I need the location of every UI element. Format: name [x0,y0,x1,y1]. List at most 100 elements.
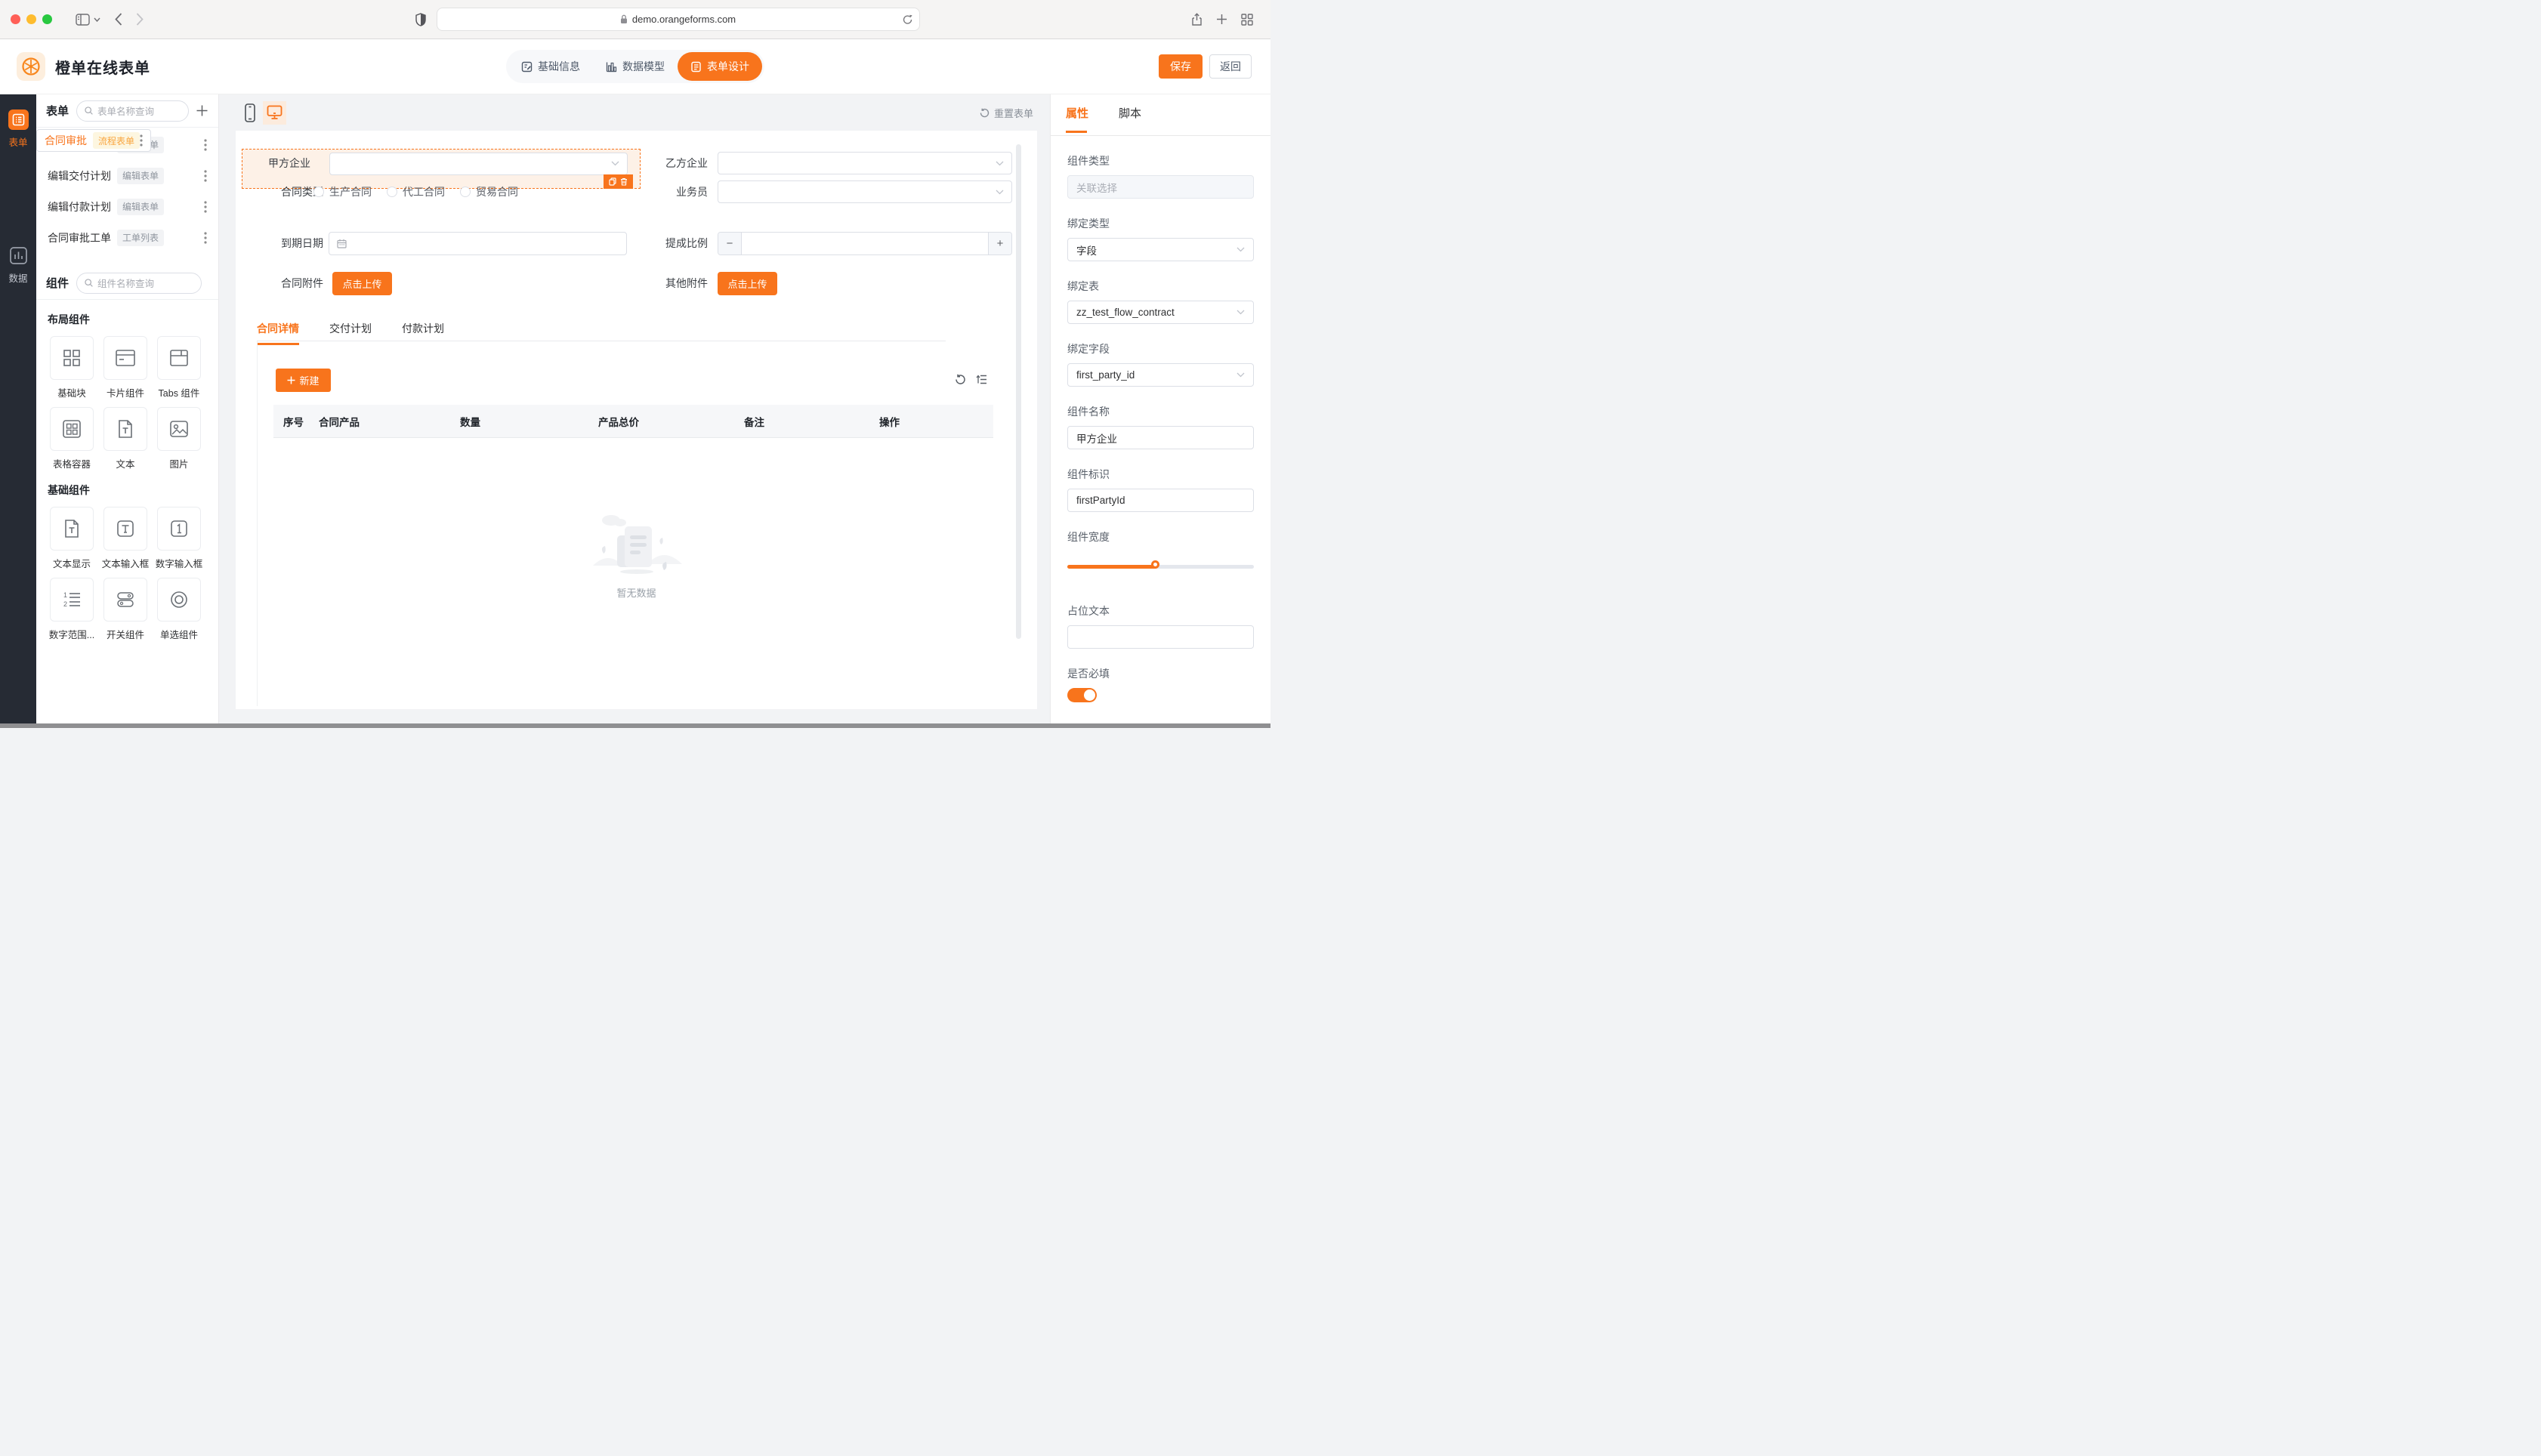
delete-icon[interactable] [620,177,628,186]
desktop-preview-icon[interactable] [263,100,286,125]
forms-panel: 表单 表单名称查询 合同审批 流程表单 编辑合同详情 编辑表单 编辑交付计划 编… [36,94,219,723]
component-card-number-input[interactable]: 数字输入框 [154,507,204,570]
slider-handle[interactable] [1150,560,1159,569]
second-party-select[interactable] [718,152,1012,174]
other-upload-button[interactable]: 点击上传 [718,272,777,295]
form-list-item[interactable]: 合同审批工单 工单列表 [36,222,218,253]
tab-pane-border [257,341,258,706]
component-width-slider[interactable] [1067,560,1254,572]
salesman-select[interactable] [718,180,1012,203]
field-label: 其他附件 [665,277,708,289]
prop-label: 是否必填 [1067,668,1110,680]
tab-properties[interactable]: 属性 [1066,105,1088,133]
minimize-window-button[interactable] [26,14,36,24]
new-tab-icon[interactable] [1216,14,1227,25]
increment-button[interactable]: + [988,233,1011,254]
forward-button[interactable] [136,13,144,26]
chevron-down-icon [1237,372,1245,378]
bind-field-select[interactable]: first_party_id [1067,363,1254,387]
table-container-icon [50,407,94,451]
address-bar[interactable]: demo.orangeforms.com [436,8,920,31]
component-card-number-range[interactable]: 12 数字范围... [47,578,97,641]
radio-option[interactable]: 生产合同 [313,184,372,199]
contract-upload-button[interactable]: 点击上传 [332,272,392,295]
component-card-text-display[interactable]: 文本显示 [47,507,97,570]
traffic-lights [11,14,52,24]
radio-circle-icon [387,187,397,197]
form-list-item[interactable]: 编辑付款计划 编辑表单 [36,191,218,222]
more-actions-icon[interactable] [204,231,207,244]
reset-form-button[interactable]: 重置表单 [980,106,1033,120]
commission-number-input[interactable]: − + [718,232,1012,255]
radio-option[interactable]: 代工合同 [387,184,445,199]
more-actions-icon[interactable] [204,169,207,182]
required-toggle[interactable] [1067,688,1097,702]
col-header: 序号 [283,416,304,428]
tab-basic-info[interactable]: 基础信息 [508,52,593,81]
tab-payment-plan[interactable]: 付款计划 [402,321,444,345]
form-search-input[interactable]: 表单名称查询 [76,100,189,122]
column-settings-icon[interactable] [976,374,987,385]
save-button[interactable]: 保存 [1159,54,1203,79]
rail-item-data[interactable]: 数据 [8,245,29,285]
form-list-item[interactable]: 编辑交付计划 编辑表单 [36,160,218,191]
new-row-button[interactable]: 新建 [276,369,331,392]
placeholder-text-input[interactable] [1067,625,1254,649]
tab-data-model[interactable]: 数据模型 [593,52,678,81]
component-card-card[interactable]: 卡片组件 [100,336,150,399]
more-actions-icon[interactable] [140,134,143,147]
refresh-table-icon[interactable] [955,374,966,385]
form-canvas[interactable]: 甲方企业 乙方企业 合同类型 生产合同 代工合同 贸易合同 业务员 到期日期 提… [236,131,1037,709]
components-panel-title: 组件 [46,277,69,290]
sidebar-toggle-icon[interactable] [76,13,90,26]
component-card-radio[interactable]: 单选组件 [154,578,204,641]
share-icon[interactable] [1191,12,1203,26]
more-actions-icon[interactable] [204,138,207,151]
component-search-input[interactable]: 组件名称查询 [76,272,202,294]
form-type-tag: 流程表单 [93,132,140,149]
component-card-basic-block[interactable]: 基础块 [47,336,97,399]
copy-icon[interactable] [609,177,616,186]
canvas-scrollbar[interactable] [1016,144,1021,639]
component-card-image[interactable]: 图片 [154,407,204,470]
form-list-icon [8,110,29,130]
component-card-text-input[interactable]: 文本输入框 [100,507,150,570]
radio-option[interactable]: 贸易合同 [460,184,518,199]
tab-overview-icon[interactable] [1241,13,1253,26]
first-party-select[interactable] [329,152,628,175]
toggle-knob [1084,689,1095,701]
component-card-table-container[interactable]: 表格容器 [47,407,97,470]
component-name-input[interactable]: 甲方企业 [1067,426,1254,449]
component-id-input[interactable]: firstPartyId [1067,489,1254,512]
tab-delivery-plan[interactable]: 交付计划 [329,321,372,345]
empty-text: 暂无数据 [616,588,656,599]
sidebar-chevron-icon[interactable] [94,17,100,22]
tab-contract-detail[interactable]: 合同详情 [257,321,299,345]
tabs-component-icon [157,336,201,380]
reload-icon[interactable] [903,14,912,25]
due-date-input[interactable] [329,232,627,255]
more-actions-icon[interactable] [204,200,207,213]
close-window-button[interactable] [11,14,20,24]
back-button-app[interactable]: 返回 [1209,54,1252,79]
form-list-item[interactable]: 合同审批 流程表单 [36,129,152,152]
mobile-preview-icon[interactable] [245,103,255,122]
decrement-button[interactable]: − [718,233,742,254]
number-input-icon [157,507,201,551]
chevron-down-icon [996,161,1004,166]
privacy-shield-icon[interactable] [415,12,426,26]
bind-type-select[interactable]: 字段 [1067,238,1254,261]
tab-script[interactable]: 脚本 [1119,105,1141,133]
component-card-tabs[interactable]: Tabs 组件 [154,336,204,399]
add-form-button[interactable] [196,104,208,117]
rail-item-forms[interactable]: 表单 [8,110,29,149]
bind-table-select[interactable]: zz_test_flow_contract [1067,301,1254,324]
col-header: 产品总价 [598,416,639,428]
component-card-switch[interactable]: 开关组件 [100,578,150,641]
back-button[interactable] [115,13,122,26]
zoom-window-button[interactable] [42,14,52,24]
basic-block-icon [50,336,94,380]
tab-form-design[interactable]: 表单设计 [678,52,762,81]
component-card-text[interactable]: 文本 [100,407,150,470]
component-type-input: 关联选择 [1067,175,1254,199]
